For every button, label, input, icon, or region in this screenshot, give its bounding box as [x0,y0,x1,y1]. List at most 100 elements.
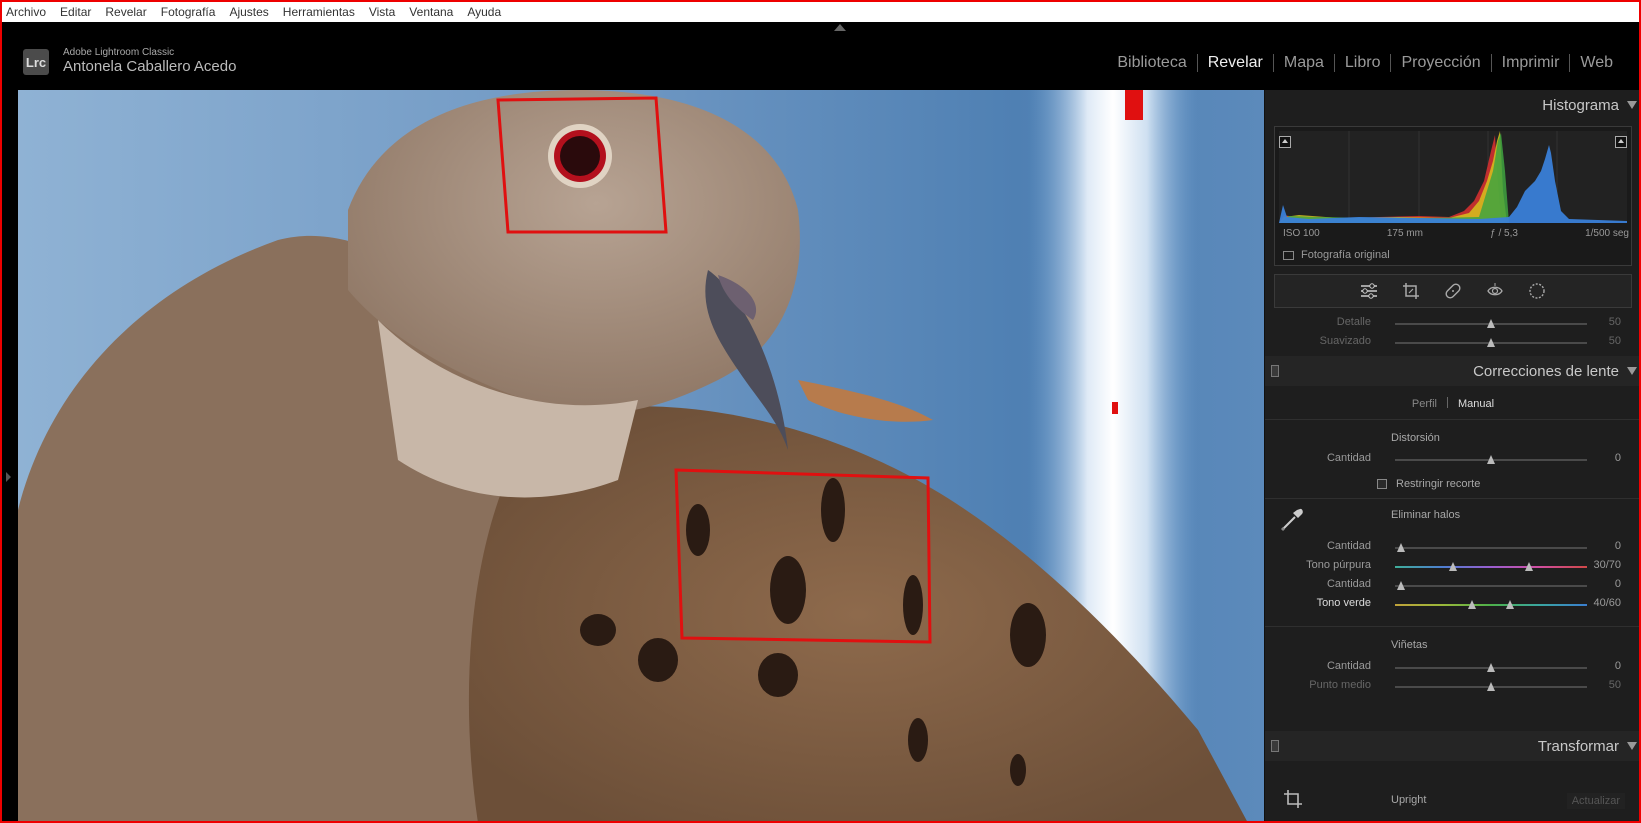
slider-thumb[interactable] [1396,581,1405,590]
red-eye-icon[interactable] [1485,281,1505,301]
menu-ventana[interactable]: Ventana [409,5,453,19]
distortion-amount-value[interactable]: 0 [1615,452,1621,464]
vignette-amount-row: Cantidad 0 [1265,658,1639,676]
menu-ayuda[interactable]: Ayuda [467,5,501,19]
slider-thumb[interactable] [1487,663,1495,672]
menu-vista[interactable]: Vista [369,5,395,19]
collapse-triangle-icon [1627,367,1637,375]
highlight-clipping-icon[interactable] [1615,136,1627,148]
exif-focal: 175 mm [1386,228,1423,239]
distortion-amount-label: Cantidad [1326,452,1371,464]
purple-hue-label: Tono púrpura [1306,559,1371,571]
tab-manual[interactable]: Manual [1458,398,1494,410]
slider-thumb[interactable] [1396,543,1405,552]
guided-upright-icon[interactable] [1283,789,1303,809]
upright-label: Upright [1391,794,1427,806]
photo-canvas[interactable] [18,90,1264,821]
lens-corrections-header[interactable]: Correcciones de lente [1265,356,1639,386]
right-panel: Histograma ISO 100 175 mm ƒ / 5,3 1/500 … [1264,90,1639,821]
vignette-midpoint-slider[interactable] [1395,682,1587,691]
green-hue-slider[interactable] [1395,600,1587,609]
constrain-crop-checkbox[interactable] [1377,479,1387,489]
original-photo-checkbox[interactable] [1283,250,1294,260]
detail-value[interactable]: 50 [1609,316,1621,328]
purple-amount-slider[interactable] [1395,543,1587,552]
green-amount-value[interactable]: 0 [1615,578,1621,590]
slider-thumb[interactable] [1487,682,1495,691]
lens-tabs: Perfil Manual [1265,397,1639,410]
slider-thumb[interactable] [1487,319,1495,328]
histogram-header[interactable]: Histograma [1265,90,1639,120]
green-hue-row: Tono verde 40/60 [1265,595,1639,613]
mask-icon[interactable] [1527,281,1547,301]
module-picker: Biblioteca Revelar Mapa Libro Proyección… [1107,54,1623,72]
green-hue-value[interactable]: 40/60 [1593,597,1621,609]
divider [1265,498,1639,499]
module-web[interactable]: Web [1570,54,1623,72]
expand-left-panel-icon[interactable] [6,472,11,482]
histogram-chart [1279,131,1627,223]
module-imprimir[interactable]: Imprimir [1492,54,1570,72]
green-hue-label: Tono verde [1316,597,1371,609]
user-name: Antonela Caballero Acedo [63,58,237,75]
shadow-clipping-icon[interactable] [1279,136,1291,148]
original-photo-label: Fotografía original [1301,249,1390,261]
menu-bar: Archivo Editar Revelar Fotografía Ajuste… [2,2,1639,22]
original-photo-toggle[interactable]: Fotografía original [1283,249,1390,261]
module-libro[interactable]: Libro [1335,54,1391,72]
tab-perfil[interactable]: Perfil [1412,398,1437,410]
collapse-triangle-icon [1627,742,1637,750]
detail-label: Detalle [1336,316,1371,328]
green-amount-slider[interactable] [1395,581,1587,590]
histogram-graph[interactable] [1279,131,1627,223]
tab-separator [1446,397,1448,408]
purple-hue-value[interactable]: 30/70 [1593,559,1621,571]
module-revelar[interactable]: Revelar [1198,54,1273,72]
module-biblioteca[interactable]: Biblioteca [1107,54,1196,72]
panel-switch-icon[interactable] [1271,740,1279,752]
slider-thumb-low[interactable] [1448,562,1457,571]
slider-thumb-low[interactable] [1467,600,1476,609]
collapse-top-panel-icon[interactable] [834,24,846,31]
green-amount-row: Cantidad 0 [1265,576,1639,594]
healing-icon[interactable] [1443,281,1463,301]
slider-thumb[interactable] [1487,338,1495,347]
detail-row: Detalle 50 [1265,314,1639,332]
vignette-amount-value[interactable]: 0 [1615,660,1621,672]
distortion-amount-slider[interactable] [1395,455,1587,464]
slider-thumb-high[interactable] [1506,600,1515,609]
exif-shutter: 1/500 seg [1585,228,1629,239]
smoothness-row: Suavizado 50 [1265,333,1639,351]
slider-thumb-high[interactable] [1525,562,1534,571]
crop-icon[interactable] [1401,281,1421,301]
update-button[interactable]: Actualizar [1566,793,1625,809]
vignette-amount-slider[interactable] [1395,663,1587,672]
module-mapa[interactable]: Mapa [1274,54,1334,72]
constrain-crop-toggle[interactable]: Restringir recorte [1377,478,1480,490]
menu-archivo[interactable]: Archivo [6,5,46,19]
sliders-icon[interactable] [1359,281,1379,301]
menu-fotografia[interactable]: Fotografía [161,5,216,19]
menu-herramientas[interactable]: Herramientas [283,5,355,19]
smoothness-value[interactable]: 50 [1609,335,1621,347]
transform-header[interactable]: Transformar [1265,731,1639,761]
menu-revelar[interactable]: Revelar [105,5,146,19]
vignette-midpoint-value[interactable]: 50 [1609,679,1621,691]
panel-switch-icon[interactable] [1271,365,1279,377]
distortion-title: Distorsión [1391,432,1440,444]
histogram-box: ISO 100 175 mm ƒ / 5,3 1/500 seg Fotogra… [1274,126,1632,266]
purple-hue-slider[interactable] [1395,562,1587,571]
smoothness-slider[interactable] [1395,338,1587,347]
fringe-color-selector-icon[interactable] [1277,504,1307,534]
app-name: Adobe Lightroom Classic [63,47,175,58]
lightroom-window: Archivo Editar Revelar Fotografía Ajuste… [0,0,1641,823]
menu-editar[interactable]: Editar [60,5,91,19]
detail-slider[interactable] [1395,319,1587,328]
slider-thumb[interactable] [1487,455,1495,464]
lens-corrections-title: Correcciones de lente [1473,362,1619,380]
purple-amount-value[interactable]: 0 [1615,540,1621,552]
tool-strip [1274,274,1632,308]
divider [1265,419,1639,420]
menu-ajustes[interactable]: Ajustes [229,5,268,19]
module-proyeccion[interactable]: Proyección [1391,54,1490,72]
